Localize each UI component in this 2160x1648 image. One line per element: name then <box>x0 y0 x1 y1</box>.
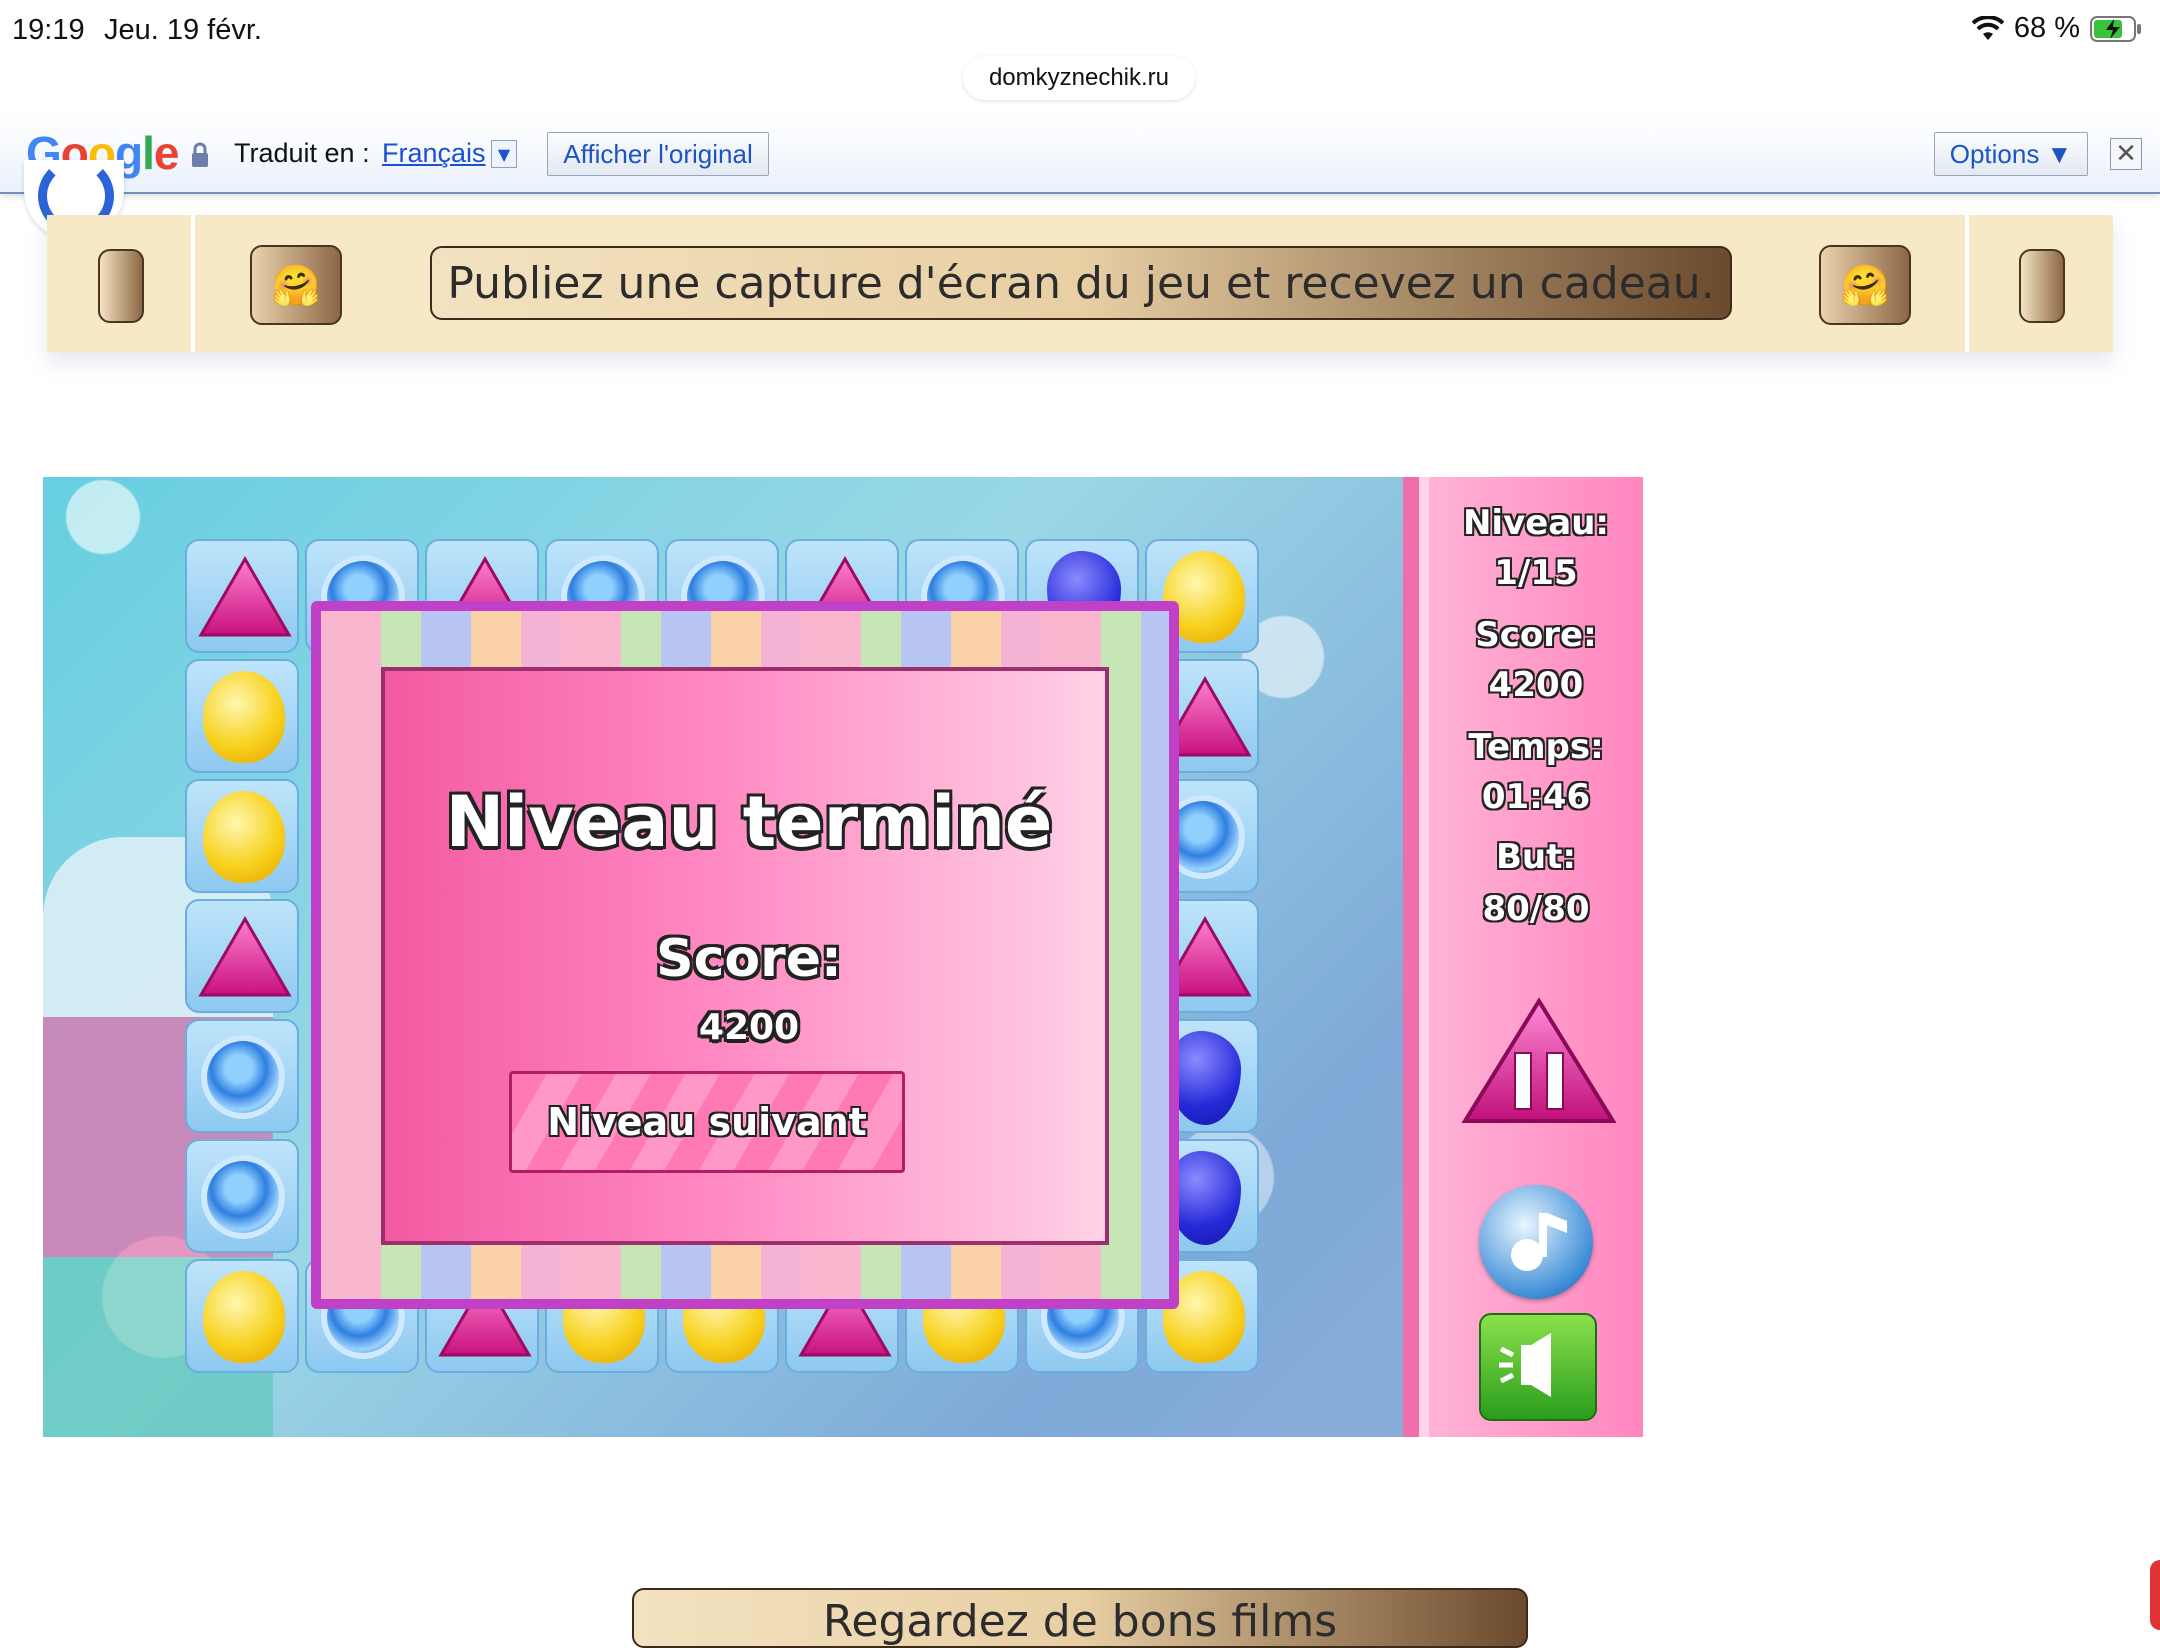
score-value: 4200 <box>1488 665 1584 705</box>
pink-triangle-candy-icon <box>198 556 292 637</box>
banner-divider <box>1965 215 1969 352</box>
board-tile[interactable] <box>185 659 299 773</box>
speaker-icon <box>1499 1333 1551 1397</box>
battery-charging-icon <box>2090 15 2141 42</box>
status-bar: 19:19 Jeu. 19 févr. 68 % <box>0 0 2160 60</box>
movies-banner[interactable]: Regardez de bons films <box>632 1588 1528 1648</box>
time-label: Temps: <box>1468 727 1604 767</box>
wifi-icon <box>1971 15 2004 40</box>
options-button[interactable]: Options ▼ <box>1934 132 2088 176</box>
translated-to-label: Traduit en : <box>234 138 370 168</box>
pink-triangle-candy-icon <box>198 916 292 997</box>
language-dropdown-icon[interactable]: ▼ <box>491 140 517 168</box>
banner-pill-right <box>2019 249 2065 323</box>
translate-bar: Google Traduit en : Français ▼ Afficher … <box>0 118 2160 194</box>
music-toggle-icon[interactable] <box>1479 1185 1593 1299</box>
level-complete-dialog: Niveau terminé Score: 4200 Niveau suivan… <box>381 667 1109 1245</box>
level-label: Niveau: <box>1462 503 1610 543</box>
close-translate-button[interactable]: ✕ <box>2110 138 2142 170</box>
yellow-candy-icon <box>203 1271 285 1363</box>
status-time: 19:19 <box>12 14 85 46</box>
yellow-candy-icon <box>203 791 285 883</box>
goal-label: But: <box>1496 837 1576 877</box>
address-bar[interactable]: domkyznechik.ru <box>963 56 1195 100</box>
game-sidebar: Niveau: 1/15 Score: 4200 Temps: 01:46 Bu… <box>1403 477 1643 1437</box>
goal-value: 80/80 <box>1482 889 1590 929</box>
banner-divider <box>191 215 195 352</box>
blue-candy-icon <box>201 1035 285 1119</box>
hug-emoji-icon: 🤗 <box>1819 245 1911 325</box>
music-note-icon <box>1511 1213 1567 1271</box>
sound-toggle-icon[interactable] <box>1479 1313 1597 1421</box>
board-tile[interactable] <box>185 899 299 1013</box>
lock-icon <box>192 142 208 167</box>
board-tile[interactable] <box>185 1139 299 1253</box>
language-link[interactable]: Français <box>382 138 486 169</box>
time-value: 01:46 <box>1481 777 1591 817</box>
gift-banner: 🤗 Publiez une capture d'écran du jeu et … <box>47 215 2113 352</box>
url-text: domkyznechik.ru <box>988 64 1170 91</box>
board-tile[interactable] <box>185 539 299 653</box>
level-value: 1/15 <box>1494 553 1578 593</box>
game-canvas[interactable]: Niveau terminé Score: 4200 Niveau suivan… <box>43 477 1643 1437</box>
yellow-candy-icon <box>203 671 285 763</box>
status-date: Jeu. 19 févr. <box>104 14 262 46</box>
board-tile[interactable] <box>185 1019 299 1133</box>
dialog-title: Niveau terminé <box>445 781 1053 863</box>
board-tile[interactable] <box>185 779 299 893</box>
banner-message[interactable]: Publiez une capture d'écran du jeu et re… <box>430 246 1732 320</box>
next-level-label: Niveau suivant <box>547 1100 867 1144</box>
blue-candy-icon <box>201 1155 285 1239</box>
status-indicators: 68 % <box>1971 12 2142 45</box>
hug-emoji-icon: 🤗 <box>250 245 342 325</box>
sidebar-panel: Niveau: 1/15 Score: 4200 Temps: 01:46 Bu… <box>1429 477 1643 1437</box>
show-original-button[interactable]: Afficher l'original <box>547 132 769 176</box>
pause-icon[interactable] <box>1461 997 1617 1127</box>
dialog-score-label: Score: <box>656 929 842 989</box>
dialog-score-value: 4200 <box>698 1007 800 1048</box>
battery-percent: 68 % <box>2013 12 2080 44</box>
next-level-button[interactable]: Niveau suivant <box>509 1071 905 1173</box>
score-label: Score: <box>1475 615 1597 655</box>
board-tile[interactable] <box>185 1259 299 1373</box>
banner-pill-left <box>98 249 144 323</box>
